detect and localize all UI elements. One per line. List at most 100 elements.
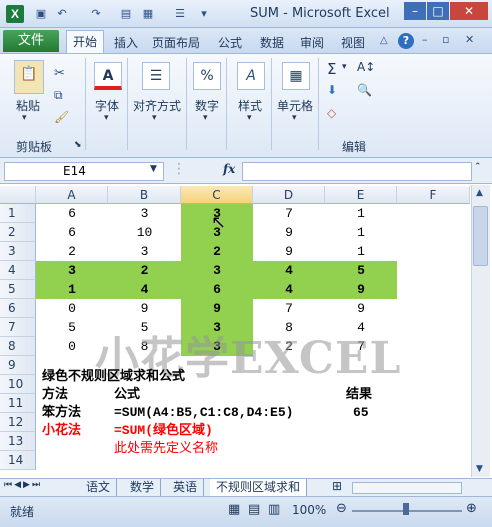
scroll-up-icon[interactable]: ▲: [476, 188, 483, 198]
row-header[interactable]: 13: [0, 432, 36, 451]
ribbon-collapse-icon[interactable]: △: [380, 35, 388, 46]
row-header[interactable]: 1: [0, 204, 36, 223]
sheet-tab-irregular-sum[interactable]: 不规则区域求和: [210, 479, 308, 496]
cell-b5[interactable]: 4: [108, 280, 181, 299]
cell-a3[interactable]: 2: [36, 242, 108, 261]
normal-view-icon[interactable]: ▦: [228, 502, 240, 517]
window-minimize-icon[interactable]: –: [422, 33, 428, 46]
note-heading[interactable]: 绿色不规则区域求和公式: [42, 367, 185, 386]
cell-e3[interactable]: 1: [325, 242, 397, 261]
tab-insert[interactable]: 插入: [114, 34, 138, 51]
sheet-tab-chinese[interactable]: 语文: [80, 479, 118, 496]
select-all-corner[interactable]: [0, 186, 36, 204]
name-box-dropdown-icon[interactable]: ▼: [150, 164, 157, 174]
label-method[interactable]: 方法: [42, 385, 68, 404]
column-header-a[interactable]: A: [36, 186, 108, 204]
row-header[interactable]: 3: [0, 242, 36, 261]
expand-formula-icon[interactable]: ⌃: [474, 162, 482, 172]
cell-a5[interactable]: 1: [36, 280, 108, 299]
insert-function-icon[interactable]: fx: [223, 162, 235, 176]
clumsy-formula[interactable]: =SUM(A4:B5,C1:C8,D4:E5): [114, 403, 293, 422]
cell-d5[interactable]: 4: [253, 280, 325, 299]
column-header-e[interactable]: E: [325, 186, 397, 204]
maximize-icon[interactable]: □: [427, 2, 449, 20]
clear-icon[interactable]: ◇: [327, 106, 336, 120]
cell-b4[interactable]: 2: [108, 261, 181, 280]
cell-b1[interactable]: 3: [108, 204, 181, 223]
tab-data[interactable]: 数据: [260, 34, 284, 51]
font-color-icon[interactable]: A: [94, 62, 122, 90]
vertical-scroll-thumb[interactable]: [473, 206, 488, 266]
paste-button[interactable]: 粘贴: [16, 97, 40, 114]
cell-d4[interactable]: 4: [253, 261, 325, 280]
formula-input[interactable]: [242, 162, 472, 181]
cut-icon[interactable]: ✂: [54, 66, 65, 81]
row-header[interactable]: 8: [0, 337, 36, 356]
form-icon[interactable]: ☰: [172, 6, 188, 22]
tab-page-layout[interactable]: 页面布局: [152, 34, 200, 51]
styles-icon[interactable]: A: [237, 62, 265, 90]
label-formula[interactable]: 公式: [114, 385, 140, 404]
cell-e6[interactable]: 9: [325, 299, 397, 318]
customize-qat-icon[interactable]: ▾: [196, 6, 212, 22]
cell-a2[interactable]: 6: [36, 223, 108, 242]
row-header[interactable]: 4: [0, 261, 36, 280]
sheet-nav-icons[interactable]: ⏮◀▶⏭: [4, 480, 42, 490]
number-dropdown-icon[interactable]: ▾: [203, 113, 208, 123]
zoom-in-icon[interactable]: ⊕: [466, 501, 477, 516]
cell-b2[interactable]: 10: [108, 223, 181, 242]
window-restore-icon[interactable]: ▫: [442, 33, 449, 46]
tab-review[interactable]: 审阅: [300, 34, 324, 51]
cell-a6[interactable]: 0: [36, 299, 108, 318]
column-header-b[interactable]: B: [108, 186, 181, 204]
zoom-level[interactable]: 100%: [292, 503, 326, 517]
cells-dropdown-icon[interactable]: ▾: [292, 113, 297, 123]
window-close-icon[interactable]: ✕: [465, 33, 474, 46]
cells-group-button[interactable]: 单元格: [277, 97, 313, 114]
cell-e1[interactable]: 1: [325, 204, 397, 223]
alignment-icon[interactable]: ☰: [142, 62, 170, 90]
tab-formulas[interactable]: 公式: [218, 34, 242, 51]
cell-e2[interactable]: 1: [325, 223, 397, 242]
clipboard-launcher-icon[interactable]: ⬊: [74, 140, 82, 150]
zoom-slider-thumb[interactable]: [403, 503, 409, 515]
row-header[interactable]: 7: [0, 318, 36, 337]
zoom-out-icon[interactable]: ⊖: [336, 501, 347, 516]
sheet-tab-math[interactable]: 数学: [124, 479, 162, 496]
fill-icon[interactable]: ⬇: [327, 83, 337, 97]
autosum-dropdown-icon[interactable]: ▾: [342, 62, 347, 72]
find-select-icon[interactable]: 🔍: [357, 83, 372, 97]
page-break-view-icon[interactable]: ▥: [268, 502, 280, 517]
sheet-tab-english[interactable]: 英语: [167, 479, 205, 496]
cell-d3[interactable]: 9: [253, 242, 325, 261]
cell-c5[interactable]: 6: [181, 280, 253, 299]
column-header-c[interactable]: C: [181, 186, 253, 204]
row-header[interactable]: 14: [0, 451, 36, 470]
font-dropdown-icon[interactable]: ▾: [104, 113, 109, 123]
styles-dropdown-icon[interactable]: ▾: [247, 113, 252, 123]
cell-d1[interactable]: 7: [253, 204, 325, 223]
tab-file[interactable]: 文件: [3, 30, 59, 52]
cell-d2[interactable]: 9: [253, 223, 325, 242]
cell-c4[interactable]: 3: [181, 261, 253, 280]
row-header[interactable]: 6: [0, 299, 36, 318]
cell-b6[interactable]: 9: [108, 299, 181, 318]
tab-home[interactable]: 开始: [66, 30, 104, 54]
cell-a4[interactable]: 3: [36, 261, 108, 280]
copy-icon[interactable]: ⧉: [54, 88, 63, 103]
font-group-button[interactable]: 字体: [95, 97, 119, 114]
label-clumsy-method[interactable]: 笨方法: [42, 403, 81, 422]
paste-icon[interactable]: 📋: [14, 60, 44, 94]
cell-e4[interactable]: 5: [325, 261, 397, 280]
save-icon[interactable]: ▣: [33, 6, 49, 22]
cells-icon[interactable]: ▦: [282, 62, 310, 90]
row-header[interactable]: 10: [0, 375, 36, 394]
help-icon[interactable]: ?: [398, 33, 414, 49]
cell-a1[interactable]: 6: [36, 204, 108, 223]
row-header[interactable]: 2: [0, 223, 36, 242]
undo-icon[interactable]: ↶: [54, 6, 70, 22]
horizontal-scrollbar[interactable]: [352, 482, 462, 494]
cell-e5[interactable]: 9: [325, 280, 397, 299]
number-format-icon[interactable]: %: [193, 62, 221, 90]
xiaohua-formula[interactable]: =SUM(绿色区域): [114, 421, 213, 440]
